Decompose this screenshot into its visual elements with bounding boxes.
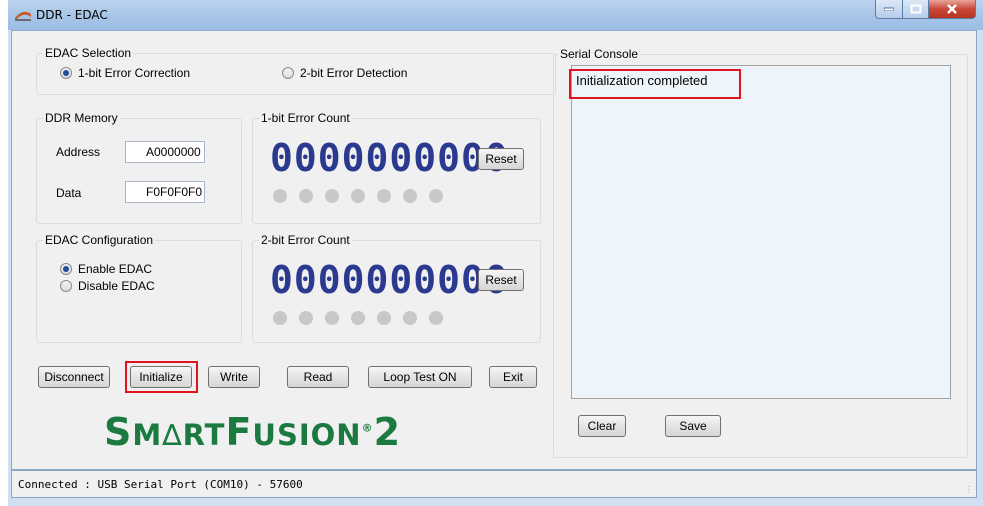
exit-button[interactable]: Exit [489, 366, 537, 388]
smartfusion2-logo: SM∆RTFUSION®2 [104, 410, 402, 454]
one-bit-reset-button[interactable]: Reset [478, 148, 524, 170]
edac-config-group: EDAC Configuration Enable EDAC Disable E… [36, 233, 242, 343]
disconnect-button[interactable]: Disconnect [38, 366, 110, 388]
app-window: DDR - EDAC EDAC Selection 1-bit Error Co… [8, 0, 983, 506]
resize-grip-icon[interactable]: ⋮ [965, 485, 973, 494]
one-bit-indicator [273, 189, 287, 203]
address-input[interactable]: A0000000 [125, 141, 205, 163]
minimize-icon [884, 7, 894, 11]
two-bit-indicator [351, 311, 365, 325]
address-label: Address [56, 145, 101, 159]
one-bit-indicator [325, 189, 339, 203]
one-bit-indicator [351, 189, 365, 203]
one-bit-indicator [299, 189, 313, 203]
read-button[interactable]: Read [287, 366, 349, 388]
initialize-highlight [125, 361, 198, 393]
connection-status: Connected : USB Serial Port (COM10) - 57… [18, 478, 303, 491]
radio-enable-edac[interactable] [60, 263, 72, 275]
radio-enable-label: Enable EDAC [78, 262, 153, 276]
clear-button[interactable]: Clear [578, 415, 626, 437]
two-bit-indicator [325, 311, 339, 325]
radio-1bit-label: 1-bit Error Correction [78, 66, 191, 80]
one-bit-indicator [377, 189, 391, 203]
two-bit-error-legend: 2-bit Error Count [259, 233, 352, 247]
save-button[interactable]: Save [665, 415, 721, 437]
window-title: DDR - EDAC [36, 8, 108, 22]
data-input[interactable]: F0F0F0F0 [125, 181, 205, 203]
data-label: Data [56, 186, 82, 200]
radio-1bit-correction[interactable] [60, 67, 72, 79]
app-icon [15, 11, 31, 21]
two-bit-error-counter: 0000000000 [270, 258, 509, 302]
serial-console-output[interactable]: Initialization completed [571, 65, 951, 399]
loop-test-button[interactable]: Loop Test ON [368, 366, 472, 388]
two-bit-indicator [429, 311, 443, 325]
close-button[interactable] [928, 0, 976, 19]
edac-selection-legend: EDAC Selection [43, 46, 134, 60]
radio-disable-label: Disable EDAC [78, 279, 155, 293]
radio-disable-edac[interactable] [60, 280, 72, 292]
status-bar: Connected : USB Serial Port (COM10) - 57… [11, 470, 977, 498]
edac-selection-group: EDAC Selection 1-bit Error Correction 2-… [36, 46, 556, 95]
ddr-memory-legend: DDR Memory [43, 111, 120, 125]
main-panel: EDAC Selection 1-bit Error Correction 2-… [11, 30, 977, 470]
title-bar: DDR - EDAC [8, 0, 983, 30]
close-icon [947, 4, 957, 14]
two-bit-indicator [403, 311, 417, 325]
edac-config-legend: EDAC Configuration [43, 233, 156, 247]
serial-console-legend: Serial Console [558, 47, 641, 61]
maximize-button[interactable] [902, 0, 929, 19]
two-bit-indicator [299, 311, 313, 325]
radio-2bit-detection[interactable] [282, 67, 294, 79]
write-button[interactable]: Write [208, 366, 260, 388]
two-bit-indicator [273, 311, 287, 325]
two-bit-indicator [377, 311, 391, 325]
console-highlight [569, 69, 741, 99]
maximize-icon [910, 4, 921, 14]
one-bit-error-counter: 0000000000 [270, 136, 509, 180]
minimize-button[interactable] [875, 0, 903, 19]
two-bit-error-group: 2-bit Error Count 0000000000 Reset [252, 233, 541, 343]
ddr-memory-group: DDR Memory Address A0000000 Data F0F0F0F… [36, 111, 242, 224]
radio-2bit-label: 2-bit Error Detection [300, 66, 408, 80]
two-bit-reset-button[interactable]: Reset [478, 269, 524, 291]
one-bit-indicator [403, 189, 417, 203]
one-bit-error-group: 1-bit Error Count 0000000000 Reset [252, 111, 541, 224]
one-bit-error-legend: 1-bit Error Count [259, 111, 352, 125]
one-bit-indicator [429, 189, 443, 203]
